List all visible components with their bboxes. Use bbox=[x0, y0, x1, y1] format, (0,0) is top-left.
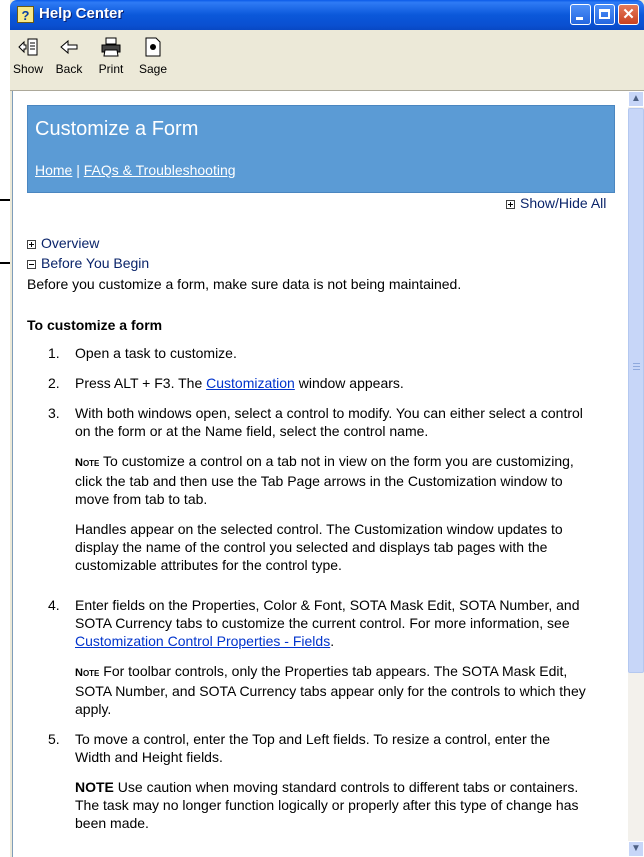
close-button[interactable]: ✕ bbox=[618, 4, 639, 25]
topic-banner: Customize a Form Home | FAQs & Troublesh… bbox=[27, 105, 615, 193]
show-label: Show bbox=[12, 62, 44, 76]
step-note: Note For toolbar controls, only the Prop… bbox=[75, 662, 587, 718]
title-bar[interactable]: ? Help Center ✕ bbox=[10, 0, 644, 30]
expand-icon bbox=[27, 239, 36, 249]
back-button[interactable]: Back bbox=[50, 36, 88, 86]
before-you-begin-text: Before you customize a form, make sure d… bbox=[27, 276, 462, 292]
step-text-part: . bbox=[330, 633, 335, 649]
scroll-down-arrow-icon[interactable]: ▼ bbox=[628, 841, 644, 857]
control-properties-fields-link[interactable]: Customization Control Properties - Field… bbox=[75, 633, 330, 649]
help-center-window: ? Help Center ✕ Show Back Print Sage Cus… bbox=[10, 0, 644, 857]
note-text: Use caution when moving standard control… bbox=[75, 779, 579, 831]
step-number: 3. bbox=[48, 405, 60, 421]
note-text: For toolbar controls, only the Propertie… bbox=[75, 663, 586, 717]
step-note: Note To customize a control on a tab not… bbox=[75, 452, 587, 508]
show-pane-icon bbox=[17, 36, 39, 58]
sage-label: Sage bbox=[138, 62, 168, 76]
overview-section-toggle[interactable]: Overview bbox=[27, 235, 99, 251]
overview-label: Overview bbox=[41, 235, 100, 251]
print-button[interactable]: Print bbox=[92, 36, 130, 86]
toolbar: Show Back Print Sage bbox=[10, 30, 644, 91]
sage-button[interactable]: Sage bbox=[134, 36, 172, 86]
breadcrumb: Home | FAQs & Troubleshooting bbox=[35, 162, 236, 178]
step-text: Open a task to customize. bbox=[75, 345, 237, 361]
step-3: 3. With both windows open, select a cont… bbox=[27, 404, 587, 574]
window-title: Help Center bbox=[39, 5, 124, 22]
step-text: With both windows open, select a control… bbox=[75, 405, 583, 439]
step-4: 4. Enter fields on the Properties, Color… bbox=[27, 596, 587, 718]
step-text: To move a control, enter the Top and Lef… bbox=[75, 731, 550, 765]
collapse-icon bbox=[27, 259, 36, 269]
procedure-heading: To customize a form bbox=[27, 317, 163, 333]
back-label: Back bbox=[55, 62, 83, 76]
help-content-pane: Customize a Form Home | FAQs & Troublesh… bbox=[12, 91, 629, 857]
breadcrumb-separator: | bbox=[76, 162, 80, 178]
step-text: Press ALT + F3. The Customization window… bbox=[75, 374, 587, 392]
home-link[interactable]: Home bbox=[35, 162, 72, 178]
expand-icon bbox=[506, 199, 515, 209]
grip-line bbox=[633, 366, 640, 367]
step-5: 5. To move a control, enter the Top and … bbox=[27, 730, 587, 832]
step-text: Enter fields on the Properties, Color & … bbox=[75, 596, 587, 650]
note-label: Note bbox=[75, 457, 100, 469]
step-text-part: Enter fields on the Properties, Color & … bbox=[75, 597, 580, 631]
grip-line bbox=[633, 363, 640, 364]
maximize-icon bbox=[599, 9, 610, 19]
printer-icon bbox=[100, 36, 122, 58]
step-number: 2. bbox=[48, 375, 60, 391]
step-text-part: Press ALT + F3. The bbox=[75, 375, 207, 391]
show-hide-all-toggle[interactable]: Show/Hide All bbox=[506, 195, 606, 211]
help-book-icon: ? bbox=[17, 6, 34, 23]
print-label: Print bbox=[98, 62, 124, 76]
close-icon: ✕ bbox=[622, 6, 635, 23]
step-detail: Handles appear on the selected control. … bbox=[75, 521, 563, 573]
step-note: NOTE Use caution when moving standard co… bbox=[75, 778, 587, 832]
step-2: 2. Press ALT + F3. The Customization win… bbox=[27, 374, 587, 392]
page-title: Customize a Form bbox=[35, 118, 199, 140]
before-you-begin-label: Before You Begin bbox=[41, 255, 150, 271]
step-number: 4. bbox=[48, 597, 60, 613]
vertical-scrollbar[interactable]: ▲ ▼ bbox=[628, 91, 644, 857]
scrollbar-thumb[interactable] bbox=[628, 108, 644, 673]
customization-link[interactable]: Customization bbox=[206, 375, 295, 391]
grip-line bbox=[633, 369, 640, 370]
note-label: NOTE bbox=[75, 779, 114, 795]
show-button[interactable]: Show bbox=[10, 36, 46, 86]
minimize-icon bbox=[576, 17, 583, 20]
step-number: 1. bbox=[48, 345, 60, 361]
sage-page-icon bbox=[142, 36, 164, 58]
minimize-button[interactable] bbox=[570, 4, 591, 25]
procedure-steps: 1. Open a task to customize. 2. Press AL… bbox=[27, 344, 587, 844]
step-text-part: window appears. bbox=[294, 375, 404, 391]
note-text: To customize a control on a tab not in v… bbox=[75, 453, 574, 507]
step-number: 5. bbox=[48, 731, 60, 747]
faq-link[interactable]: FAQs & Troubleshooting bbox=[84, 162, 236, 178]
note-label: Note bbox=[75, 667, 100, 679]
before-you-begin-toggle[interactable]: Before You Begin bbox=[27, 255, 149, 271]
maximize-button[interactable] bbox=[594, 4, 615, 25]
step-1: 1. Open a task to customize. bbox=[27, 344, 587, 362]
back-arrow-icon bbox=[58, 36, 80, 58]
scroll-up-arrow-icon[interactable]: ▲ bbox=[628, 91, 644, 107]
show-hide-all-label: Show/Hide All bbox=[520, 195, 607, 211]
